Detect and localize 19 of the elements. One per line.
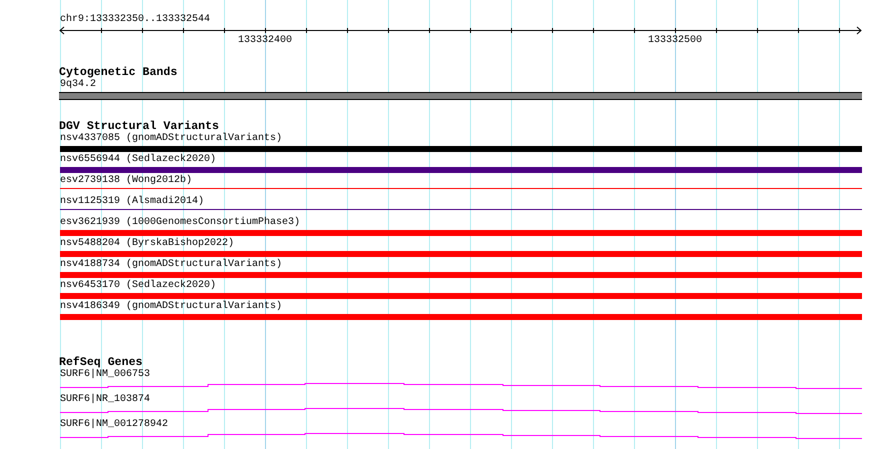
track-title: RefSeq Genes xyxy=(59,357,142,369)
variant-label: nsv5488204 (ByrskaBishop2022) xyxy=(60,238,236,250)
track-title: Cytogenetic Bands xyxy=(59,67,178,79)
gene-label: SURF6|NR_103874 xyxy=(60,394,152,406)
variant-label: nsv6453170 (Sedlazeck2020) xyxy=(60,280,218,292)
ruler-label: 133332500 xyxy=(648,35,702,47)
track-title: DGV Structural Variants xyxy=(59,121,220,133)
gene-label: SURF6|NM_001278942 xyxy=(60,419,170,431)
variant-label: esv2739138 (Wong2012b) xyxy=(60,175,194,187)
variant-label: nsv4188734 (gnomADStructuralVariants) xyxy=(60,259,284,271)
variant-label: esv3621939 (1000GenomesConsortiumPhase3) xyxy=(60,217,302,229)
variant-label: nsv1125319 (Alsmadi2014) xyxy=(60,196,206,208)
variant-label: nsv6556944 (Sedlazeck2020) xyxy=(60,154,218,166)
band-label: 9q34.2 xyxy=(60,79,98,91)
location-text: chr9:133332350..133332544 xyxy=(60,14,212,26)
ruler-label: 133332400 xyxy=(238,35,292,47)
variant-label: nsv4337085 (gnomADStructuralVariants) xyxy=(60,133,284,145)
variant-label: nsv4186349 (gnomADStructuralVariants) xyxy=(60,301,284,313)
gene-label: SURF6|NM_006753 xyxy=(60,369,152,381)
